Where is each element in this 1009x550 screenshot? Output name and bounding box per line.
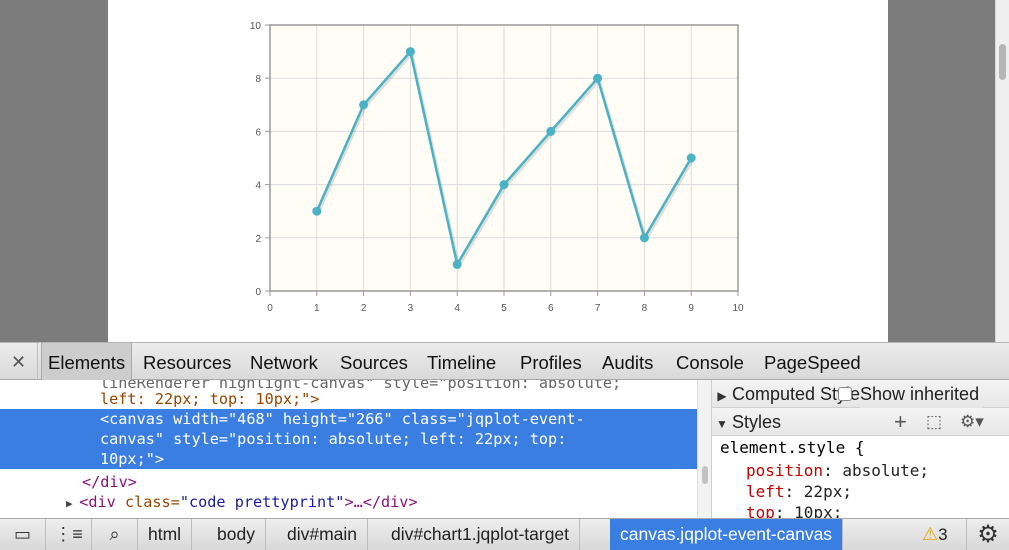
dom-selected-line-2[interactable]: canvas" style="position: absolute; left:… [100, 429, 566, 449]
page-scrollbar[interactable] [995, 0, 1009, 342]
x-tick-label: 6 [548, 303, 554, 314]
x-tick-label: 10 [732, 303, 744, 314]
data-point [452, 259, 462, 269]
y-tick-label: 2 [255, 234, 261, 245]
data-point [499, 180, 509, 190]
dom-node-code-div[interactable]: ▶ <div class="code prettyprint">…</div> [66, 492, 418, 512]
warning-count: 3 [938, 525, 948, 544]
x-tick-label: 5 [501, 303, 507, 314]
search-icon[interactable]: ⌕ [92, 519, 138, 550]
data-point [639, 233, 649, 243]
collapse-triangle-icon: ▼ [716, 417, 728, 431]
y-tick-label: 8 [255, 74, 261, 85]
dom-scrollbar-thumb[interactable] [702, 466, 708, 484]
data-point [359, 100, 369, 110]
add-rule-icon[interactable]: + [894, 408, 907, 436]
style-prop-position[interactable]: position: absolute; [746, 460, 929, 482]
tab-resources[interactable]: Resources [137, 343, 237, 380]
gear-icon[interactable]: ⚙▾ [960, 408, 984, 436]
breadcrumb-html[interactable]: html [138, 519, 193, 550]
tab-audits[interactable]: Audits [596, 343, 659, 380]
computed-style-header[interactable]: ▶ Computed Style Show inherited [712, 380, 1009, 408]
y-tick-label: 0 [255, 287, 261, 298]
data-point [405, 47, 415, 57]
breadcrumb-canvas[interactable]: canvas.jqplot-event-canvas [610, 519, 844, 550]
data-point [686, 153, 696, 163]
style-prop-left[interactable]: left: 22px; [746, 481, 852, 503]
y-tick-label: 6 [255, 127, 261, 138]
line-chart: 0 1 2 3 4 5 6 7 8 9 10 0 2 4 6 8 10 [250, 21, 744, 314]
y-tick-label: 4 [255, 181, 261, 192]
dom-scrollbar[interactable] [697, 380, 711, 518]
tab-timeline[interactable]: Timeline [421, 343, 502, 380]
data-point [593, 73, 603, 83]
tab-network[interactable]: Network [244, 343, 324, 380]
data-point [312, 206, 322, 216]
warning-icon: ⚠ [922, 524, 939, 544]
dom-tree[interactable]: lineRenderer highlight-canvas" style="po… [0, 380, 697, 518]
page-scrollbar-thumb[interactable] [999, 44, 1006, 80]
dom-selected-line-3[interactable]: 10px;"> [100, 449, 164, 469]
show-inherited-checkbox[interactable] [838, 387, 852, 401]
show-inherited-label: Show inherited [860, 380, 984, 408]
y-tick-label: 10 [250, 21, 262, 32]
dom-line-attr-cont[interactable]: left: 22px; top: 10px;"> [100, 389, 319, 409]
x-tick-label: 7 [595, 303, 601, 314]
styles-label: Styles [732, 412, 782, 432]
breadcrumb-div-chart1[interactable]: div#chart1.jqplot-target [381, 519, 581, 550]
element-state-icon[interactable]: ⬚ [926, 408, 942, 436]
styles-sidebar: ▶ Computed Style Show inherited ▼ Styles +… [711, 380, 1009, 518]
style-prop-top[interactable]: top: 10px; [746, 502, 842, 518]
devtools-panel: ✕ Elements Resources Network Sources Tim… [0, 342, 1009, 550]
tab-sources[interactable]: Sources [334, 343, 414, 380]
breadcrumb-body[interactable]: body [207, 519, 266, 550]
dom-attr-text: left: 22px; top: 10px;"> [100, 390, 320, 408]
tab-console[interactable]: Console [670, 343, 750, 380]
x-tick-label: 3 [408, 303, 414, 314]
page-viewport: 0 1 2 3 4 5 6 7 8 9 10 0 2 4 6 8 10 [0, 0, 1009, 342]
data-point [546, 126, 556, 136]
devtools-tab-bar: ✕ Elements Resources Network Sources Tim… [0, 342, 1009, 380]
dom-selected-line-1[interactable]: <canvas width="468" height="266" class="… [100, 409, 585, 429]
console-drawer-icon[interactable]: ⋮≡ [46, 519, 92, 550]
warning-counter[interactable]: ⚠3 [922, 519, 948, 550]
x-tick-label: 1 [314, 303, 320, 314]
tab-pagespeed[interactable]: PageSpeed [758, 343, 867, 380]
close-icon[interactable]: ✕ [0, 343, 38, 380]
x-tick-label: 0 [267, 303, 273, 314]
breadcrumb-div-main[interactable]: div#main [277, 519, 369, 550]
x-tick-label: 4 [454, 303, 460, 314]
dom-close-div[interactable]: </div> [82, 472, 137, 492]
dock-icon[interactable]: ▭ [0, 519, 46, 550]
expand-triangle-icon: ▶ [717, 389, 727, 403]
tab-profiles[interactable]: Profiles [514, 343, 588, 380]
element-style-selector[interactable]: element.style { [720, 437, 865, 459]
x-tick-label: 9 [688, 303, 694, 314]
x-tick-label: 8 [642, 303, 648, 314]
devtools-status-bar: ▭ ⋮≡ ⌕ html body div#main div#chart1.jqp… [0, 518, 1009, 550]
x-tick-label: 2 [361, 303, 367, 314]
styles-header[interactable]: ▼ Styles + ⬚ ⚙▾ [712, 408, 1009, 436]
tab-elements[interactable]: Elements [41, 343, 133, 380]
settings-gear-icon[interactable]: ⚙ [966, 519, 1009, 550]
expand-triangle-icon[interactable]: ▶ [66, 497, 79, 510]
